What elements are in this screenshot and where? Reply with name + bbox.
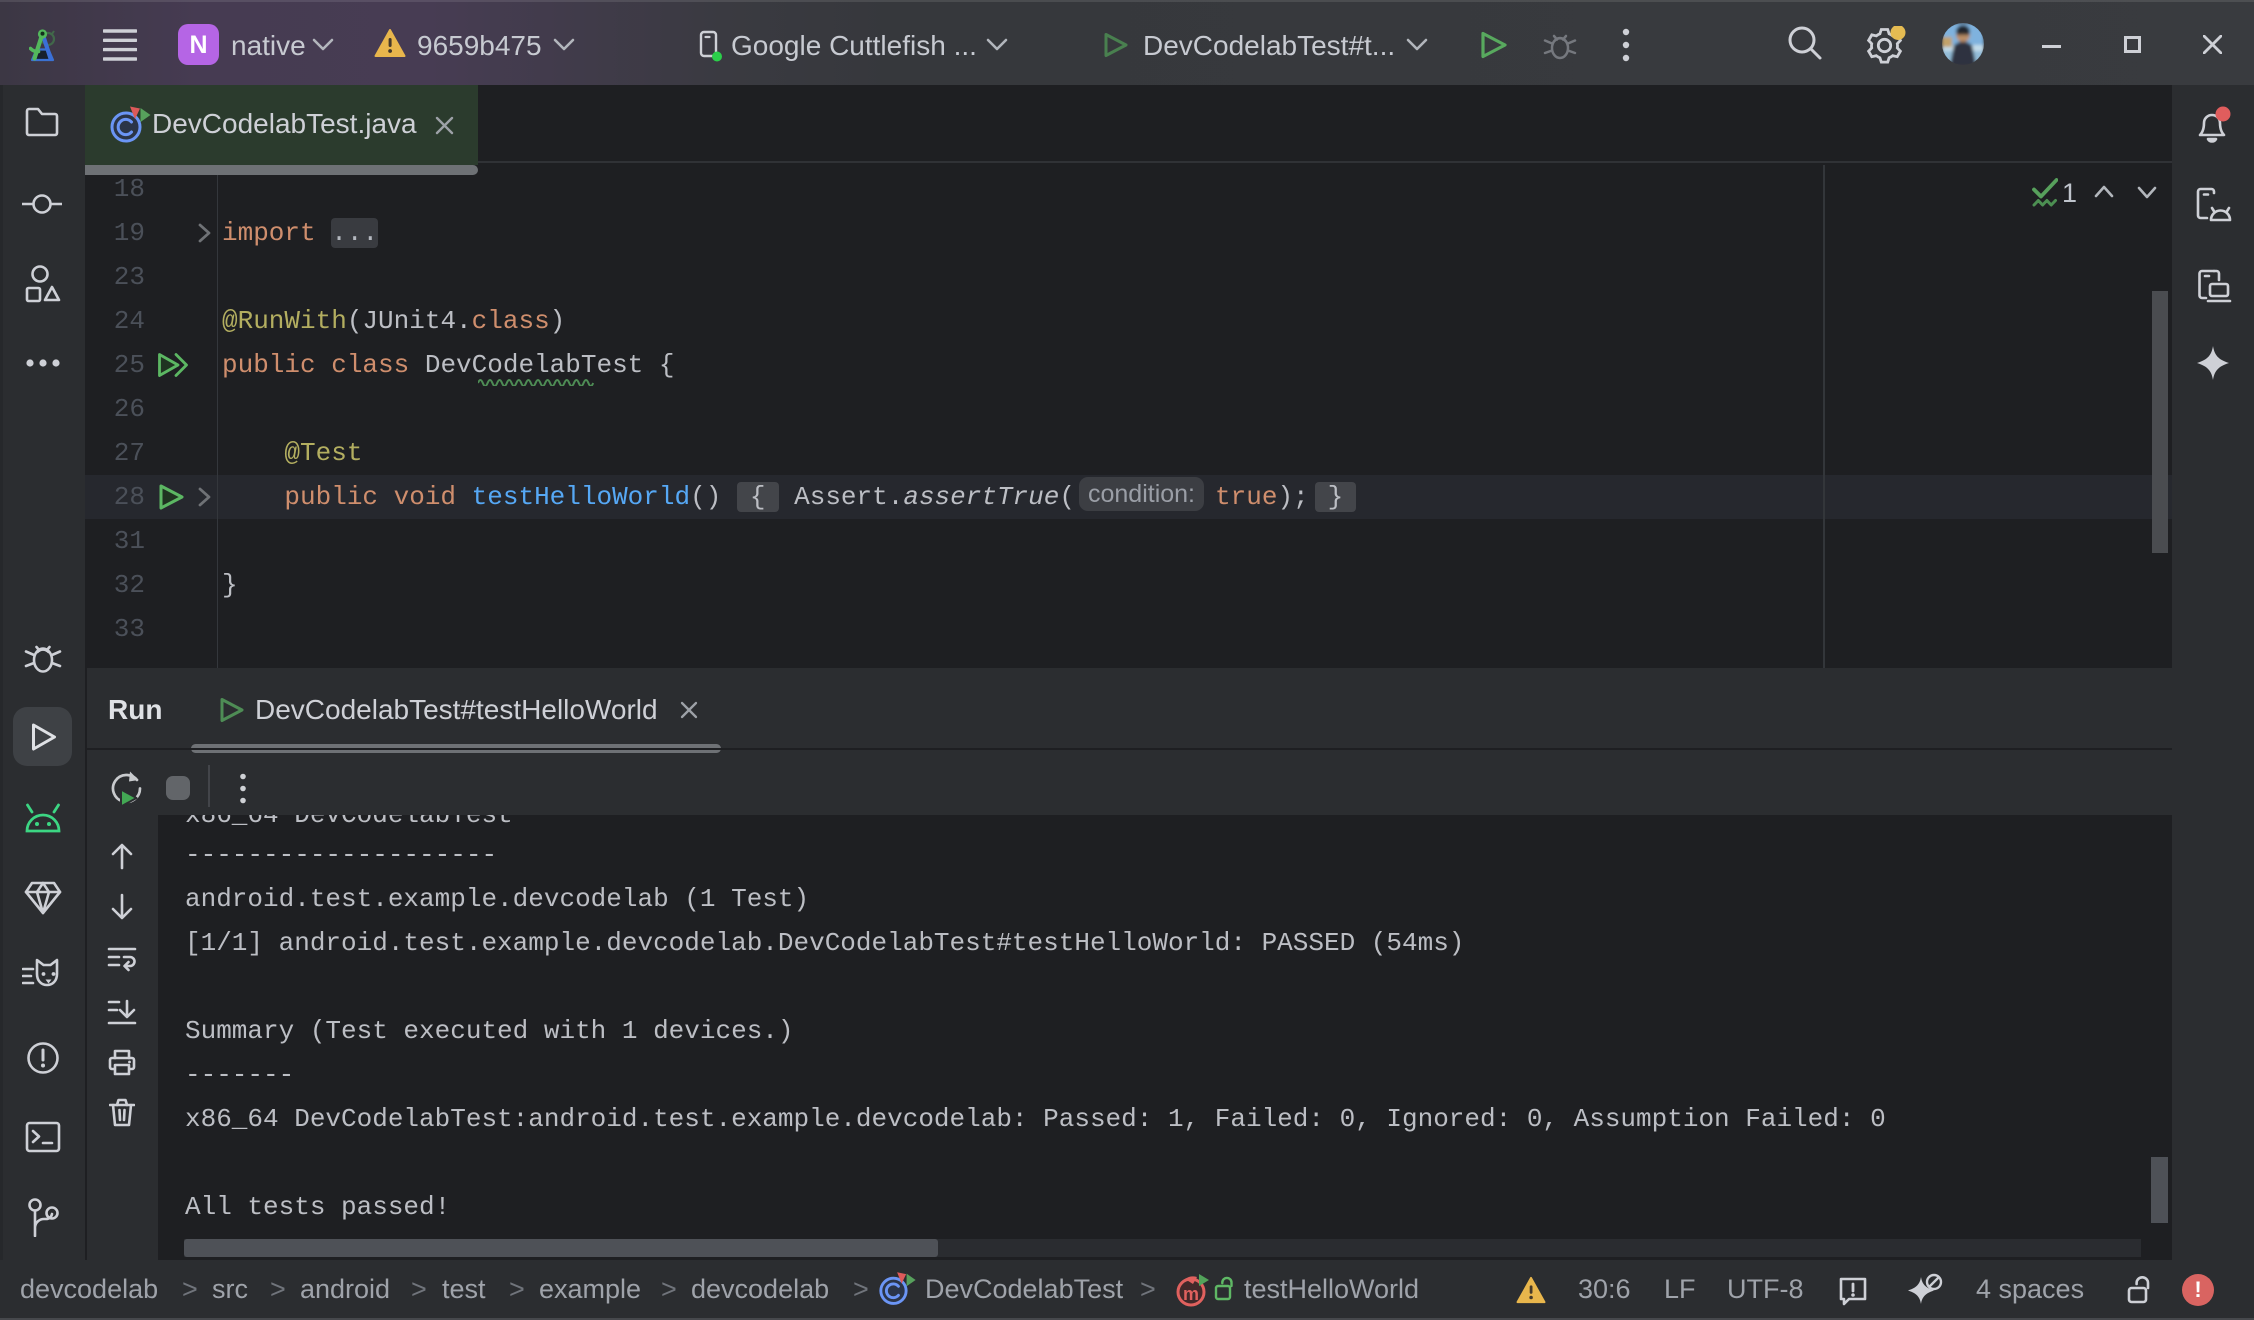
svg-text:m: m [1183, 1284, 1199, 1304]
